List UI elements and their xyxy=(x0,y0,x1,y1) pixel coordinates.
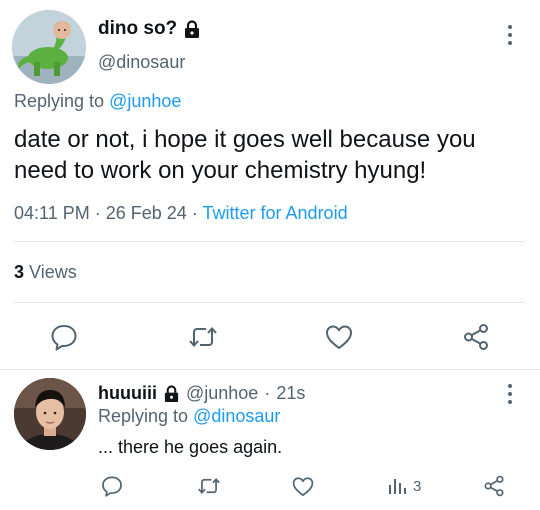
reply-text: ... there he goes again. xyxy=(98,437,283,457)
tweet-date[interactable]: 26 Feb 24 xyxy=(106,203,187,223)
retweet-icon[interactable] xyxy=(196,473,222,499)
meta-separator: · xyxy=(94,203,101,223)
reply-icon[interactable] xyxy=(47,320,81,354)
reply-header: huuuiii @junhoe · 21s xyxy=(98,383,305,404)
replying-prefix: Replying to xyxy=(98,406,189,426)
views-number: 3 xyxy=(14,262,25,282)
replying-handle-link[interactable]: @dinosaur xyxy=(193,406,280,426)
replying-to: Replying to @junhoe xyxy=(14,91,181,112)
tweet-source-link[interactable]: Twitter for Android xyxy=(203,203,348,223)
author-name-text[interactable]: dino so? xyxy=(98,18,177,40)
lock-icon xyxy=(163,384,180,403)
lock-icon xyxy=(183,19,201,39)
heart-icon[interactable] xyxy=(290,473,316,499)
more-vertical-icon[interactable] xyxy=(503,381,517,407)
avatar[interactable] xyxy=(14,378,86,450)
reply-views-count: 3 xyxy=(413,477,422,495)
views-label: Views xyxy=(29,262,77,282)
replying-prefix: Replying to xyxy=(14,91,105,111)
replying-handle-link[interactable]: @junhoe xyxy=(109,91,181,111)
author-display-name[interactable]: dino so? xyxy=(98,18,201,40)
reply-age[interactable]: 21s xyxy=(276,383,305,404)
divider xyxy=(0,369,540,370)
tweet-time[interactable]: 04:11 PM xyxy=(14,203,90,223)
reply-author-name[interactable]: huuuiii xyxy=(98,383,157,404)
author-handle[interactable]: @dinosaur xyxy=(98,52,185,73)
avatar[interactable] xyxy=(12,10,86,84)
tweet-meta: 04:11 PM · 26 Feb 24 · Twitter for Andro… xyxy=(14,203,348,224)
share-icon[interactable] xyxy=(459,320,493,354)
reply-author-handle[interactable]: @junhoe xyxy=(186,383,258,404)
meta-separator: · xyxy=(191,203,198,223)
views-count[interactable]: 3 Views xyxy=(14,262,77,283)
meta-separator: · xyxy=(264,383,271,403)
views-icon xyxy=(387,476,407,496)
divider xyxy=(14,302,525,303)
tweet-text: date or not, i hope it goes well because… xyxy=(14,126,476,184)
retweet-icon[interactable] xyxy=(186,320,220,354)
more-vertical-icon[interactable] xyxy=(503,22,517,48)
divider xyxy=(14,241,525,242)
reply-icon[interactable] xyxy=(99,473,125,499)
share-icon[interactable] xyxy=(481,473,507,499)
heart-icon[interactable] xyxy=(322,320,356,354)
views-button[interactable]: 3 xyxy=(387,476,421,496)
replying-to: Replying to @dinosaur xyxy=(98,406,280,427)
